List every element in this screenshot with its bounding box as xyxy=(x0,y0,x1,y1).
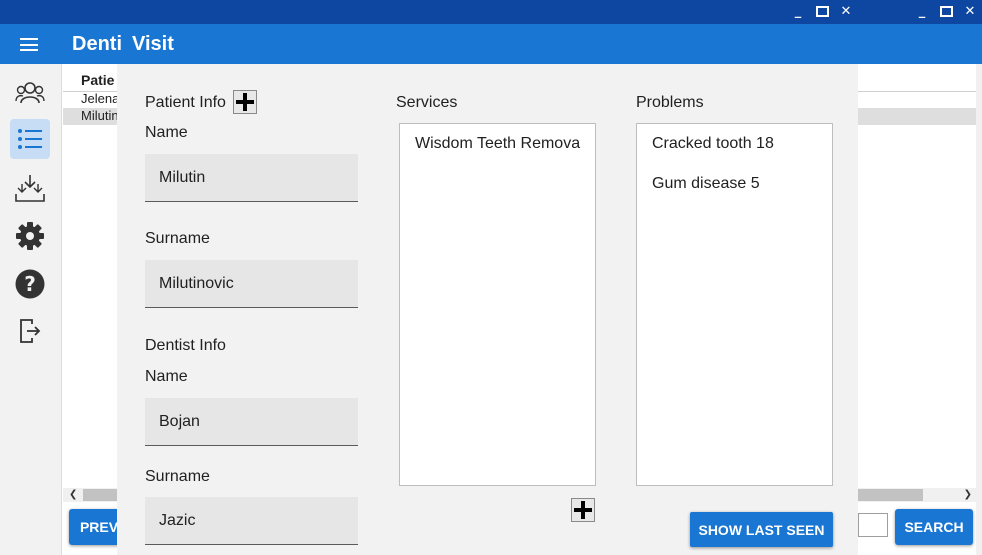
dentist-surname-field[interactable]: Jazic xyxy=(145,497,358,545)
list-item[interactable]: Wisdom Teeth Remova xyxy=(415,135,580,153)
list-item[interactable]: Gum disease 5 xyxy=(652,175,760,193)
patient-surname-field[interactable]: Milutinovic xyxy=(145,260,358,308)
maximize-icon[interactable] xyxy=(812,0,832,24)
patient-name-field[interactable]: Milutin xyxy=(145,154,358,202)
app-title: Denti xyxy=(72,33,122,55)
plus-icon xyxy=(574,501,592,519)
close-icon[interactable]: ✕ xyxy=(836,0,856,24)
sidebar: ? xyxy=(0,64,62,555)
add-service-button[interactable] xyxy=(571,498,595,522)
patient-info-label: Patient Info xyxy=(145,94,226,111)
patient-surname-label: Surname xyxy=(145,230,210,247)
scroll-left-icon[interactable]: ❮ xyxy=(69,488,77,502)
table-header: Patie xyxy=(81,72,115,88)
dialog-title: Visit xyxy=(132,33,174,55)
sidebar-item-help[interactable]: ? xyxy=(10,264,50,304)
patient-name-label: Name xyxy=(145,124,188,141)
sidebar-item-download[interactable] xyxy=(10,168,50,208)
plus-icon xyxy=(236,93,254,111)
menu-icon[interactable] xyxy=(20,38,38,51)
dentist-info-label: Dentist Info xyxy=(145,337,226,354)
dentist-name-label: Name xyxy=(145,368,188,385)
sidebar-item-list[interactable] xyxy=(10,119,50,159)
vertical-scrollbar[interactable] xyxy=(976,64,982,555)
logout-icon xyxy=(20,319,41,343)
dentist-name-field[interactable]: Bojan xyxy=(145,398,358,446)
dentist-surname-label: Surname xyxy=(145,468,210,485)
scroll-right-icon[interactable]: ❯ xyxy=(964,488,972,502)
list-item[interactable]: Cracked tooth 18 xyxy=(652,135,774,153)
svg-text:?: ? xyxy=(24,272,36,296)
search-button[interactable]: SEARCH xyxy=(895,509,973,545)
services-label: Services xyxy=(396,94,458,111)
table-row[interactable]: Milutin xyxy=(81,108,119,123)
patients-icon xyxy=(15,82,45,104)
search-input[interactable] xyxy=(858,513,888,537)
table-row[interactable]: Jelena xyxy=(81,91,119,106)
main-close-icon[interactable]: ✕ xyxy=(960,0,980,24)
minimize-icon[interactable]: _ xyxy=(788,0,808,24)
title-bar: _ ✕ _ ✕ xyxy=(0,0,982,24)
settings-icon xyxy=(16,222,44,250)
sidebar-item-logout[interactable] xyxy=(10,311,50,351)
sidebar-item-settings[interactable] xyxy=(10,216,50,256)
visit-dialog: Patient Info Name Milutin Surname Miluti… xyxy=(117,64,858,555)
main-maximize-icon[interactable] xyxy=(936,0,956,24)
sidebar-item-patients[interactable] xyxy=(10,73,50,113)
download-icon xyxy=(15,175,45,202)
problems-list[interactable]: Cracked tooth 18 Gum disease 5 xyxy=(636,123,833,486)
problems-label: Problems xyxy=(636,94,704,111)
list-icon xyxy=(18,129,42,149)
add-patient-button[interactable] xyxy=(233,90,257,114)
help-icon: ? xyxy=(15,269,45,299)
show-last-seen-button[interactable]: SHOW LAST SEEN xyxy=(690,512,833,547)
services-list[interactable]: Wisdom Teeth Remova xyxy=(399,123,596,486)
main-minimize-icon[interactable]: _ xyxy=(912,0,932,24)
